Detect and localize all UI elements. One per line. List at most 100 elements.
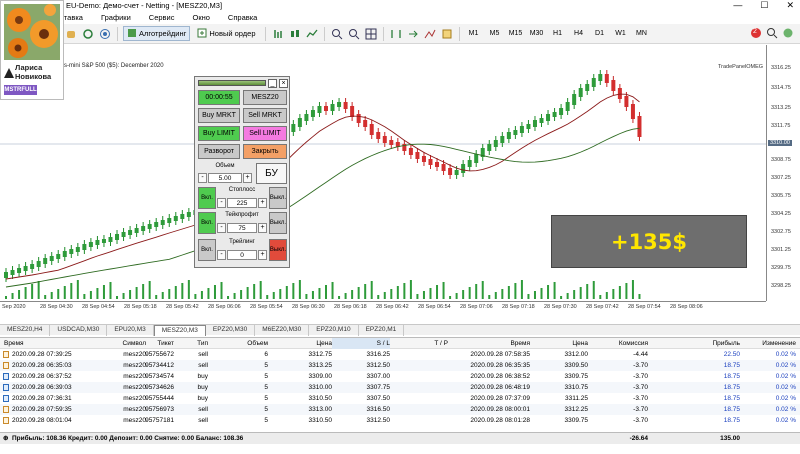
- col-change[interactable]: Изменение: [750, 338, 796, 349]
- table-row[interactable]: 2020.09.28 07:36:31 mesz20 95755444 buy 5 331…: [0, 393, 800, 404]
- chart-tab[interactable]: EPZ20,M30: [206, 325, 256, 336]
- timeframe-m30[interactable]: M30: [528, 30, 546, 37]
- sell-limit-button[interactable]: Sell LIMIT: [243, 126, 287, 141]
- trailing-off-button[interactable]: Выкл.: [269, 239, 287, 261]
- chart-tab[interactable]: MESZ20,H4: [0, 325, 51, 336]
- volume-plus-button[interactable]: +: [243, 173, 252, 183]
- col-time[interactable]: Время: [4, 338, 24, 349]
- col-close-price[interactable]: Цена: [560, 338, 588, 349]
- symbol-button[interactable]: MESZ20: [243, 90, 287, 105]
- stoploss-off-button[interactable]: Выкл.: [269, 187, 287, 209]
- zoom-in-icon[interactable]: [330, 27, 344, 41]
- candle-chart-icon[interactable]: [288, 27, 302, 41]
- buy-market-button[interactable]: Buy MRKT: [198, 108, 240, 123]
- takeprofit-minus-button[interactable]: -: [217, 223, 226, 233]
- algo-trading-button[interactable]: Алготрейдинг: [123, 26, 191, 41]
- maximize-icon[interactable]: ☐: [760, 0, 768, 11]
- col-commission[interactable]: Комиссия: [590, 338, 648, 349]
- new-order-button[interactable]: Новый ордер: [193, 26, 259, 41]
- timeframe-h1[interactable]: H1: [549, 30, 567, 37]
- reverse-button[interactable]: Разворот: [198, 144, 240, 159]
- templates-icon[interactable]: [440, 27, 454, 41]
- stoploss-plus-button[interactable]: +: [258, 198, 267, 208]
- chart-shift-icon[interactable]: [406, 27, 420, 41]
- volume-input[interactable]: 5.00: [208, 173, 242, 183]
- takeprofit-input[interactable]: 75: [227, 223, 257, 233]
- col-price[interactable]: Цена: [300, 338, 332, 349]
- table-row[interactable]: 2020.09.28 06:37:52 mesz20 95734574 buy 5 330…: [0, 371, 800, 382]
- menu-item-service[interactable]: Сервис: [149, 12, 175, 24]
- stoploss-on-button[interactable]: Вкл.: [198, 187, 216, 209]
- close-icon[interactable]: ✕: [786, 0, 794, 11]
- col-profit[interactable]: Прибыль: [690, 338, 741, 349]
- candle: [428, 159, 433, 165]
- table-row[interactable]: 2020.09.28 06:39:03 mesz20 95734626 buy 5 331…: [0, 382, 800, 393]
- panel-close-icon[interactable]: ×: [279, 79, 288, 88]
- candle: [324, 106, 328, 111]
- close-position-button[interactable]: Закрыть: [243, 144, 287, 159]
- trailing-on-button[interactable]: Вкл.: [198, 239, 216, 261]
- candle: [101, 239, 106, 243]
- refresh-icon[interactable]: [81, 27, 95, 41]
- table-row[interactable]: 2020.09.28 07:39:25 mesz20 95755672 sell 6 33…: [0, 349, 800, 360]
- trade-panel-drag-handle[interactable]: [198, 80, 266, 86]
- line-chart-icon[interactable]: [305, 27, 319, 41]
- menu-item-charts[interactable]: Графики: [101, 12, 131, 24]
- minimize-icon[interactable]: —: [733, 0, 742, 11]
- zoom-out-icon[interactable]: [347, 27, 361, 41]
- menu-item-window[interactable]: Окно: [192, 12, 209, 24]
- hand-icon[interactable]: [64, 27, 78, 41]
- chart-tab-active[interactable]: MESZ20,M3: [153, 325, 206, 336]
- price-label: 3316.25: [771, 65, 791, 71]
- chart-tab[interactable]: EPU20,M3: [107, 325, 154, 336]
- takeprofit-off-button[interactable]: Выкл.: [269, 212, 287, 234]
- row-volume: 5: [264, 406, 268, 413]
- price-chart[interactable]: s-mini S&P 500 ($5): December 2020 Trade…: [0, 45, 800, 315]
- table-row[interactable]: 2020.09.28 08:01:04 mesz20 95757181 sell 5 33…: [0, 415, 800, 426]
- bar-chart-icon[interactable]: [271, 27, 285, 41]
- autoscroll-icon[interactable]: [389, 27, 403, 41]
- breakeven-button[interactable]: БУ: [256, 163, 287, 184]
- stoploss-minus-button[interactable]: -: [217, 198, 226, 208]
- col-ticket[interactable]: Тикет: [132, 338, 174, 349]
- timeframe-m5[interactable]: M5: [486, 30, 504, 37]
- takeprofit-plus-button[interactable]: +: [258, 223, 267, 233]
- notifications-icon[interactable]: 2: [750, 27, 762, 41]
- search-icon[interactable]: [766, 27, 778, 41]
- chart-tab[interactable]: M6EZ20,M30: [255, 325, 310, 336]
- chart-tab[interactable]: EPZ20,M10: [309, 325, 359, 336]
- table-row[interactable]: 2020.09.28 07:59:35 mesz20 95756973 sell 5 33…: [0, 404, 800, 415]
- timeframe-m15[interactable]: M15: [507, 30, 525, 37]
- trailing-input[interactable]: 0: [227, 250, 257, 260]
- timeframe-m1[interactable]: M1: [465, 30, 483, 37]
- vps-icon[interactable]: [782, 27, 794, 41]
- chart-tab[interactable]: EPZ20,M1: [359, 325, 405, 336]
- takeprofit-on-button[interactable]: Вкл.: [198, 212, 216, 234]
- sell-market-button[interactable]: Sell MRKT: [243, 108, 287, 123]
- time-label: 28 Sep 07:30: [544, 304, 577, 310]
- volume-minus-button[interactable]: -: [198, 173, 207, 183]
- grid-icon[interactable]: [364, 27, 378, 41]
- time-label: 28 Sep 06:54: [418, 304, 451, 310]
- time-axis[interactable]: Sep 2020 28 Sep 04:30 28 Sep 04:54 28 Se…: [0, 301, 766, 315]
- col-close-time[interactable]: Время: [460, 338, 530, 349]
- indicators-icon[interactable]: [423, 27, 437, 41]
- col-tp[interactable]: T / P: [400, 338, 448, 349]
- trailing-plus-button[interactable]: +: [258, 250, 267, 260]
- price-axis[interactable]: 3316.25 3314.75 3313.25 3311.75 3310.00 …: [766, 45, 800, 301]
- panel-minimize-icon[interactable]: _: [268, 79, 277, 88]
- col-volume[interactable]: Объем: [236, 338, 268, 349]
- timeframe-mn[interactable]: MN: [633, 30, 651, 37]
- col-type[interactable]: Тип: [178, 338, 208, 349]
- timeframe-w1[interactable]: W1: [612, 30, 630, 37]
- trailing-minus-button[interactable]: -: [217, 250, 226, 260]
- chart-tab[interactable]: USDCAD,M30: [50, 325, 108, 336]
- timeframe-h4[interactable]: H4: [570, 30, 588, 37]
- menu-item-help[interactable]: Справка: [228, 12, 257, 24]
- signal-icon[interactable]: [98, 27, 112, 41]
- buy-limit-button[interactable]: Buy LIMIT: [198, 126, 240, 141]
- stoploss-input[interactable]: 225: [227, 198, 257, 208]
- timeframe-d1[interactable]: D1: [591, 30, 609, 37]
- table-row[interactable]: 2020.09.28 06:35:03 mesz20 95734412 sell 5 33…: [0, 360, 800, 371]
- col-sl[interactable]: S / L: [332, 338, 390, 349]
